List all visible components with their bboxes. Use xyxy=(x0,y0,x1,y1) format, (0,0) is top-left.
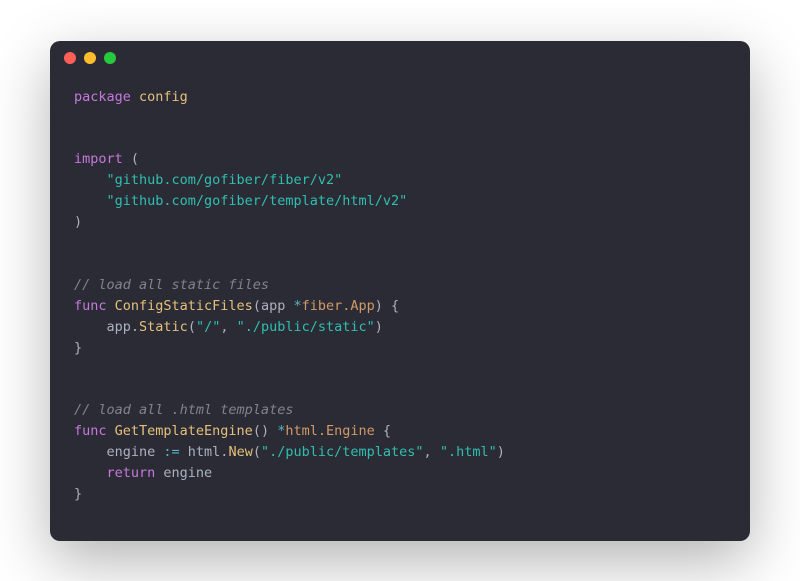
brace-close: } xyxy=(74,340,82,356)
code-window: package config import ( "github.com/gofi… xyxy=(50,41,750,541)
comma: , xyxy=(424,444,440,460)
comment: // load all .html templates xyxy=(74,402,293,418)
paren-close: ) xyxy=(74,214,82,230)
string-literal: "./public/static" xyxy=(237,319,375,335)
keyword-return: return xyxy=(74,465,155,481)
string-literal: ".html" xyxy=(440,444,497,460)
close-icon[interactable] xyxy=(64,52,76,64)
code-text: () xyxy=(253,423,277,439)
keyword-func: func xyxy=(74,298,107,314)
string-literal: "./public/templates" xyxy=(261,444,424,460)
paren: ( xyxy=(188,319,196,335)
code-text: engine xyxy=(155,465,212,481)
brace-close: } xyxy=(74,486,82,502)
string-literal: "/" xyxy=(196,319,220,335)
code-editor[interactable]: package config import ( "github.com/gofi… xyxy=(50,75,750,517)
code-text: ) { xyxy=(375,298,399,314)
import-string: "github.com/gofiber/fiber/v2" xyxy=(74,172,342,188)
method-call: New xyxy=(228,444,252,460)
maximize-icon[interactable] xyxy=(104,52,116,64)
package-name: config xyxy=(131,89,188,105)
code-text: (app xyxy=(253,298,294,314)
operator: := xyxy=(163,444,179,460)
comment: // load all static files xyxy=(74,277,269,293)
paren: ) xyxy=(375,319,383,335)
method-call: Static xyxy=(139,319,188,335)
minimize-icon[interactable] xyxy=(84,52,96,64)
function-name: ConfigStaticFiles xyxy=(107,298,253,314)
paren-open: ( xyxy=(123,151,139,167)
type: fiber.App xyxy=(302,298,375,314)
function-name: GetTemplateEngine xyxy=(107,423,253,439)
type: html.Engine xyxy=(285,423,374,439)
keyword-func: func xyxy=(74,423,107,439)
keyword-import: import xyxy=(74,151,123,167)
comma: , xyxy=(220,319,236,335)
paren: ( xyxy=(253,444,261,460)
import-string: "github.com/gofiber/template/html/v2" xyxy=(74,193,407,209)
window-titlebar xyxy=(50,41,750,75)
code-text: html. xyxy=(180,444,229,460)
keyword-package: package xyxy=(74,89,131,105)
code-text: { xyxy=(375,423,391,439)
code-text: engine xyxy=(74,444,163,460)
operator: * xyxy=(293,298,301,314)
code-text: app. xyxy=(74,319,139,335)
paren: ) xyxy=(497,444,505,460)
